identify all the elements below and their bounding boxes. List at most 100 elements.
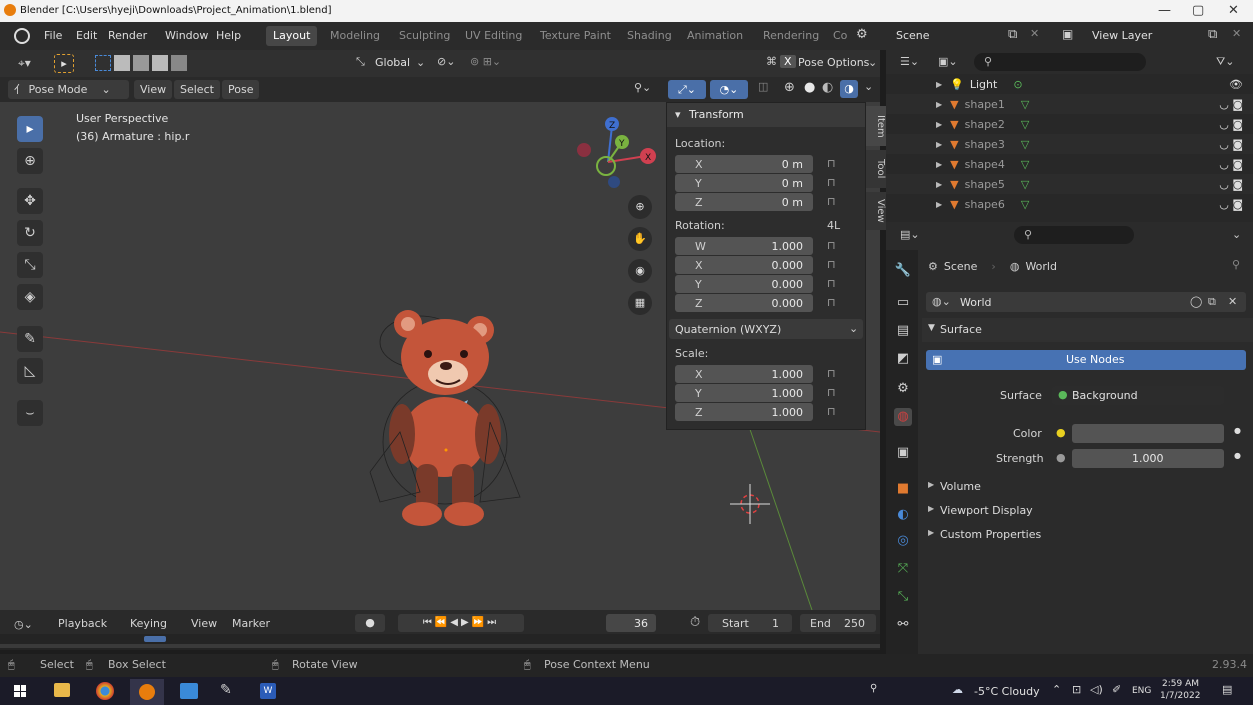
rotation-w-field[interactable]: W 1.000: [675, 237, 813, 255]
cursor-tool-icon[interactable]: ⊕: [17, 148, 43, 174]
pen-icon[interactable]: ✐: [1112, 683, 1121, 696]
notifications-icon[interactable]: ▤: [1222, 683, 1232, 696]
fake-user-icon[interactable]: ◯: [1190, 295, 1202, 308]
lock-icon[interactable]: ⊓: [827, 157, 836, 170]
expand-arrow-icon[interactable]: ▶: [936, 80, 942, 89]
marker-menu[interactable]: Marker: [232, 617, 270, 630]
tab-sculpting[interactable]: Sculpting: [392, 26, 457, 46]
visibility-icon[interactable]: ⚲⌄: [634, 81, 651, 94]
output-tab-icon[interactable]: ▤: [894, 322, 912, 340]
lock-icon[interactable]: ⊓: [827, 277, 836, 290]
visibility-hidden-icon[interactable]: ◡ ◙: [1219, 158, 1243, 171]
scale-y-field[interactable]: Y 1.000: [675, 384, 813, 402]
clock-time[interactable]: 2:59 AM: [1162, 679, 1199, 689]
remove-scene-icon[interactable]: ✕: [1030, 27, 1039, 40]
material-shading-icon[interactable]: ◐: [822, 80, 833, 95]
modifier-tab-icon[interactable]: ◐: [894, 506, 912, 524]
scale-z-field[interactable]: Z 1.000: [675, 403, 813, 421]
expand-arrow-icon[interactable]: ▶: [936, 100, 942, 109]
editor-type-icon[interactable]: ⌖▾: [18, 56, 31, 71]
lock-icon[interactable]: ⊓: [827, 367, 836, 380]
use-nodes-button[interactable]: ▣ Use Nodes: [926, 350, 1246, 370]
outliner-editor-icon[interactable]: ☰⌄: [900, 55, 919, 68]
blender-taskbar-item[interactable]: [130, 679, 164, 705]
x-mirror-toggle[interactable]: X: [780, 55, 796, 68]
select-box-tool-icon[interactable]: ▸: [17, 116, 43, 142]
xray-icon[interactable]: ◫: [758, 80, 768, 93]
end-frame-field[interactable]: End 250: [800, 614, 876, 632]
scene-icon[interactable]: ⚙: [856, 27, 868, 42]
color-field[interactable]: [1072, 424, 1224, 443]
menu-render[interactable]: Render: [108, 29, 147, 42]
location-x-field[interactable]: X 0 m: [675, 155, 813, 173]
snap-icon[interactable]: ⊚ ⊞⌄: [470, 55, 501, 68]
annotate-tool-icon[interactable]: ✎: [17, 326, 43, 352]
measure-tool-icon[interactable]: ◺: [17, 358, 43, 384]
scene-selector[interactable]: Scene: [896, 29, 930, 42]
physics-tab-icon[interactable]: ◎: [894, 532, 912, 550]
rotation-y-field[interactable]: Y 0.000: [675, 275, 813, 293]
menu-edit[interactable]: Edit: [76, 29, 97, 42]
tab-animation[interactable]: Animation: [680, 26, 750, 46]
outliner-search-input[interactable]: ⚲: [974, 53, 1146, 71]
tab-layout[interactable]: Layout: [266, 26, 318, 46]
lock-icon[interactable]: ⊓: [827, 405, 836, 418]
keying-menu[interactable]: Keying: [130, 617, 167, 630]
properties-options-icon[interactable]: ⌄: [1232, 228, 1241, 241]
playback-menu[interactable]: Playback: [58, 617, 107, 630]
visibility-hidden-icon[interactable]: ◡ ◙: [1219, 138, 1243, 151]
expand-arrow-icon[interactable]: ▶: [936, 140, 942, 149]
record-icon[interactable]: ●: [355, 614, 385, 632]
strength-field[interactable]: 1.000: [1072, 449, 1224, 468]
viewport-display-panel-header[interactable]: ▶ Viewport Display: [922, 500, 1253, 522]
custom-properties-panel-header[interactable]: ▶ Custom Properties: [922, 524, 1253, 546]
render-tab-icon[interactable]: ▭: [894, 294, 912, 312]
mode-selector[interactable]: ⺅ Pose Mode ⌄: [8, 80, 129, 99]
photos-icon[interactable]: [180, 683, 198, 699]
start-frame-field[interactable]: Start 1: [708, 614, 792, 632]
stopwatch-icon[interactable]: ⏱: [690, 615, 700, 630]
filter-icon[interactable]: ⛛⌄: [1216, 55, 1234, 69]
tab-tool[interactable]: Tool: [866, 150, 886, 188]
tab-rendering[interactable]: Rendering: [756, 26, 826, 46]
menu-view[interactable]: View: [134, 80, 173, 99]
view-layer-icon[interactable]: ▣: [1062, 27, 1073, 41]
pivot-icon[interactable]: ⊘⌄: [437, 55, 455, 68]
timeline-scrubber[interactable]: [0, 634, 880, 650]
select-tweak-icon[interactable]: ▸: [54, 54, 74, 73]
menu-select[interactable]: Select: [174, 80, 220, 99]
tab-texture-paint[interactable]: Texture Paint: [533, 26, 618, 46]
view-layer-selector[interactable]: View Layer: [1092, 29, 1152, 42]
lock-icon[interactable]: ⊓: [827, 239, 836, 252]
move-tool-icon[interactable]: ✥: [17, 188, 43, 214]
surface-panel-header[interactable]: ▼ Surface: [922, 318, 1253, 342]
properties-editor-icon[interactable]: ▤⌄: [900, 228, 920, 241]
select-new-icon[interactable]: [95, 55, 111, 71]
shading-chevron-icon[interactable]: ⌄: [864, 80, 873, 93]
overlays-toggle[interactable]: ◔⌄: [710, 80, 748, 99]
transform-panel-header[interactable]: ▾ Transform: [667, 103, 865, 127]
select-invert-icon[interactable]: [152, 55, 168, 71]
location-z-field[interactable]: Z 0 m: [675, 193, 813, 211]
outliner-item-shape5[interactable]: ▶ ▼ shape5 ▽ ◡ ◙: [886, 174, 1253, 194]
gizmo-toggle[interactable]: ⤢⌄: [668, 80, 706, 99]
language-indicator[interactable]: ENG: [1132, 686, 1151, 696]
wireframe-shading-icon[interactable]: ⊕: [784, 80, 795, 95]
weather-text[interactable]: -5°C Cloudy: [974, 685, 1040, 698]
lock-icon[interactable]: ⊓: [827, 195, 836, 208]
clock-date[interactable]: 1/7/2022: [1160, 691, 1200, 701]
tab-modeling[interactable]: Modeling: [323, 26, 387, 46]
object-tab-icon[interactable]: ■: [894, 480, 912, 498]
volume-icon[interactable]: ◁): [1090, 683, 1103, 696]
ortho-grid-icon[interactable]: ▦: [628, 291, 652, 315]
playback-controls[interactable]: ⏮⏪◀▶⏩⏭: [398, 614, 524, 632]
scale-x-field[interactable]: X 1.000: [675, 365, 813, 383]
lock-icon[interactable]: ⊓: [827, 386, 836, 399]
select-intersect-icon[interactable]: [171, 55, 187, 71]
new-scene-icon[interactable]: ⧉: [1008, 27, 1017, 42]
pose-options-dropdown[interactable]: Pose Options: [798, 56, 869, 69]
file-explorer-icon[interactable]: [54, 683, 70, 697]
chrome-icon[interactable]: [96, 682, 114, 700]
color-dot-icon[interactable]: ●: [1234, 426, 1241, 435]
outliner-item-shape4[interactable]: ▶ ▼ shape4 ▽ ◡ ◙: [886, 154, 1253, 174]
